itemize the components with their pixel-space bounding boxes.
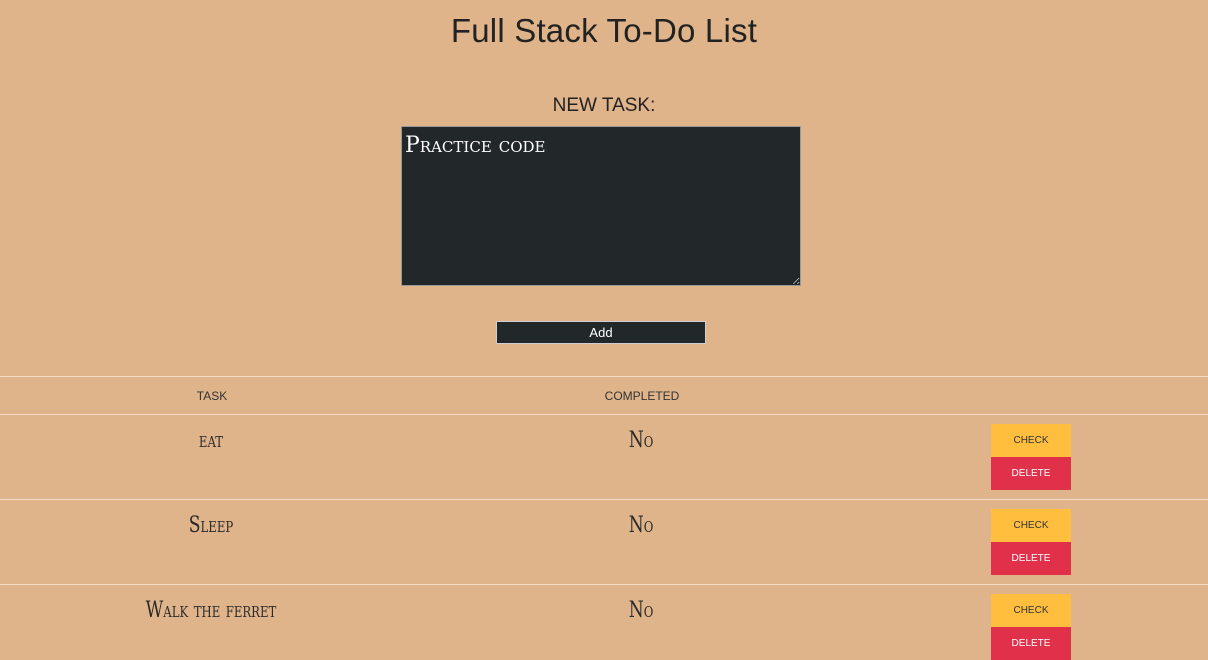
- delete-button[interactable]: DELETE: [991, 627, 1071, 660]
- header-task: TASK: [196, 389, 228, 403]
- check-button[interactable]: CHECK: [991, 424, 1071, 457]
- delete-button[interactable]: DELETE: [991, 457, 1071, 490]
- task-name: eat: [198, 428, 224, 453]
- task-completed-status: No: [628, 598, 654, 623]
- check-button[interactable]: CHECK: [991, 509, 1071, 542]
- row-divider: [0, 499, 1208, 500]
- delete-button[interactable]: DELETE: [991, 542, 1071, 575]
- row-divider: [0, 584, 1208, 585]
- table-top-divider: [0, 376, 1208, 377]
- add-button[interactable]: Add: [496, 321, 706, 344]
- check-button[interactable]: CHECK: [991, 594, 1071, 627]
- page-title: Full Stack To-Do List: [450, 12, 758, 49]
- header-divider: [0, 414, 1208, 415]
- task-name: Walk the ferret: [145, 598, 277, 623]
- task-name: Sleep: [188, 513, 234, 538]
- header-completed: COMPLETED: [604, 389, 680, 403]
- task-completed-status: No: [628, 428, 654, 453]
- task-completed-status: No: [628, 513, 654, 538]
- new-task-label: NEW TASK:: [552, 95, 656, 116]
- new-task-textarea[interactable]: [401, 126, 801, 286]
